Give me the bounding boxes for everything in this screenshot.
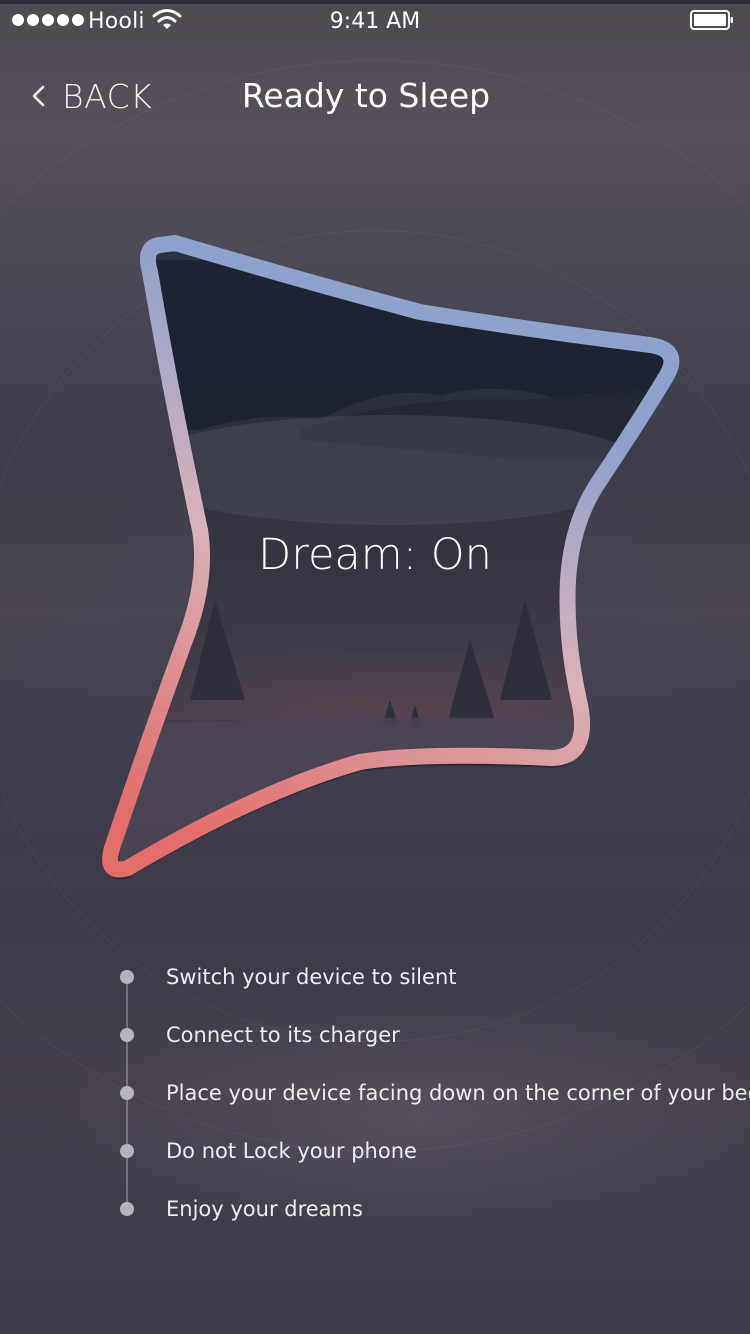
checklist-item-text: Do not Lock your phone	[166, 1139, 417, 1163]
checklist-dot	[120, 1202, 134, 1216]
checklist-dot	[120, 1086, 134, 1100]
checklist-dot	[120, 970, 134, 984]
checklist-item: Connect to its charger	[110, 1006, 730, 1064]
checklist-item-text: Place your device facing down on the cor…	[166, 1081, 750, 1105]
checklist-item-text: Switch your device to silent	[166, 965, 457, 989]
checklist-item-text: Connect to its charger	[166, 1023, 400, 1047]
checklist-item: Enjoy your dreams	[110, 1180, 730, 1238]
checklist-item-text: Enjoy your dreams	[166, 1197, 363, 1221]
checklist-dot	[120, 1028, 134, 1042]
checklist-item: Switch your device to silent	[110, 948, 730, 1006]
checklist-item: Do not Lock your phone	[110, 1122, 730, 1180]
dream-status-label: Dream: On	[258, 530, 492, 580]
sleep-checklist: Switch your device to silent Connect to …	[110, 948, 750, 1248]
checklist-dot	[120, 1144, 134, 1158]
checklist-item: Place your device facing down on the cor…	[110, 1064, 750, 1122]
